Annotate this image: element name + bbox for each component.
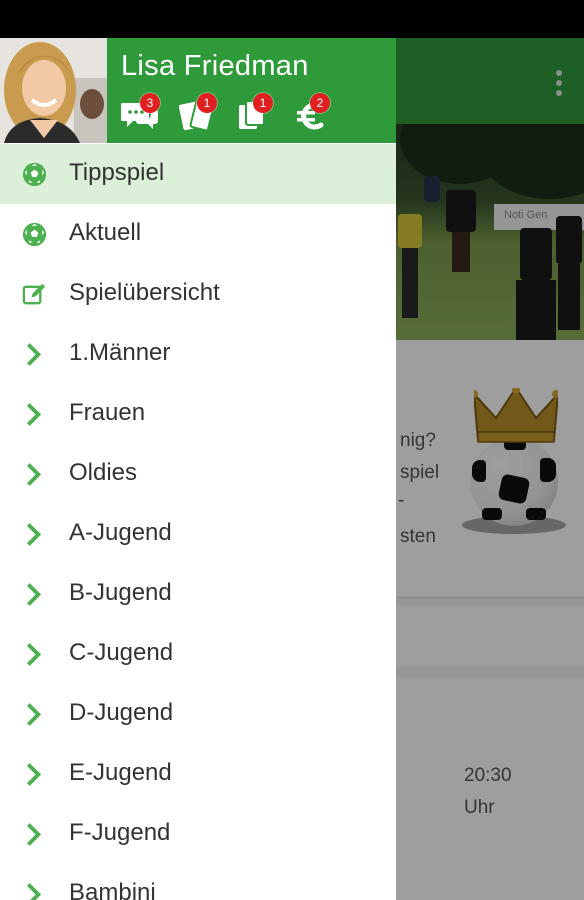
payments-button[interactable]: 2 xyxy=(295,93,353,135)
soccer-ball-icon xyxy=(22,222,47,247)
cards-count: 1 xyxy=(197,93,217,113)
menu-label: Frauen xyxy=(69,399,146,426)
chevron-right-icon xyxy=(26,463,42,486)
avatar[interactable] xyxy=(0,38,107,143)
chevron-right-icon xyxy=(26,823,42,846)
menu-label: Spielübersicht xyxy=(69,279,220,306)
cards-button[interactable]: 1 xyxy=(179,93,237,135)
drawer-menu: Tippspiel Aktuell Spielübersicht 1.Männe… xyxy=(0,144,396,900)
user-name[interactable]: Lisa Friedman xyxy=(121,50,309,83)
edit-icon xyxy=(22,283,46,305)
menu-label: Bambini xyxy=(69,879,156,900)
chevron-right-icon xyxy=(26,643,42,666)
menu-item-bambini[interactable]: Bambini xyxy=(0,864,396,900)
chevron-right-icon xyxy=(26,763,42,786)
navigation-drawer: Lisa Friedman 3 1 1 2 Tippspiel Aktuell … xyxy=(0,38,396,900)
messages-button[interactable]: 3 xyxy=(121,93,179,135)
drawer-scrim[interactable] xyxy=(396,38,584,900)
menu-label: Oldies xyxy=(69,459,138,486)
menu-item-d-jugend[interactable]: D-Jugend xyxy=(0,684,396,744)
chevron-right-icon xyxy=(26,883,42,900)
profile-header: Lisa Friedman 3 1 1 2 xyxy=(0,38,396,143)
menu-label: A-Jugend xyxy=(69,519,172,546)
menu-item-e-jugend[interactable]: E-Jugend xyxy=(0,744,396,804)
chevron-right-icon xyxy=(26,703,42,726)
menu-item-f-jugend[interactable]: F-Jugend xyxy=(0,804,396,864)
menu-item-oldies[interactable]: Oldies xyxy=(0,444,396,504)
notification-badges: 3 1 1 2 xyxy=(121,93,353,135)
menu-label: E-Jugend xyxy=(69,759,172,786)
menu-label: D-Jugend xyxy=(69,699,174,726)
chevron-right-icon xyxy=(26,523,42,546)
chevron-right-icon xyxy=(26,343,42,366)
menu-item-1-maenner[interactable]: 1.Männer xyxy=(0,324,396,384)
soccer-ball-icon xyxy=(22,162,47,187)
menu-item-tippspiel[interactable]: Tippspiel xyxy=(0,144,396,204)
chevron-right-icon xyxy=(26,583,42,606)
menu-item-aktuell[interactable]: Aktuell xyxy=(0,204,396,264)
menu-label: B-Jugend xyxy=(69,579,172,606)
menu-label: Tippspiel xyxy=(69,159,165,186)
documents-button[interactable]: 1 xyxy=(237,93,295,135)
documents-count: 1 xyxy=(253,93,273,113)
menu-label: C-Jugend xyxy=(69,639,174,666)
menu-item-frauen[interactable]: Frauen xyxy=(0,384,396,444)
payments-count: 2 xyxy=(310,93,330,113)
chevron-right-icon xyxy=(26,403,42,426)
messages-count: 3 xyxy=(140,93,160,113)
menu-item-b-jugend[interactable]: B-Jugend xyxy=(0,564,396,624)
menu-label: 1.Männer xyxy=(69,339,171,366)
menu-item-a-jugend[interactable]: A-Jugend xyxy=(0,504,396,564)
menu-label: F-Jugend xyxy=(69,819,171,846)
status-bar xyxy=(0,0,584,38)
menu-label: Aktuell xyxy=(69,219,142,246)
menu-item-spieluebersicht[interactable]: Spielübersicht xyxy=(0,264,396,324)
menu-item-c-jugend[interactable]: C-Jugend xyxy=(0,624,396,684)
